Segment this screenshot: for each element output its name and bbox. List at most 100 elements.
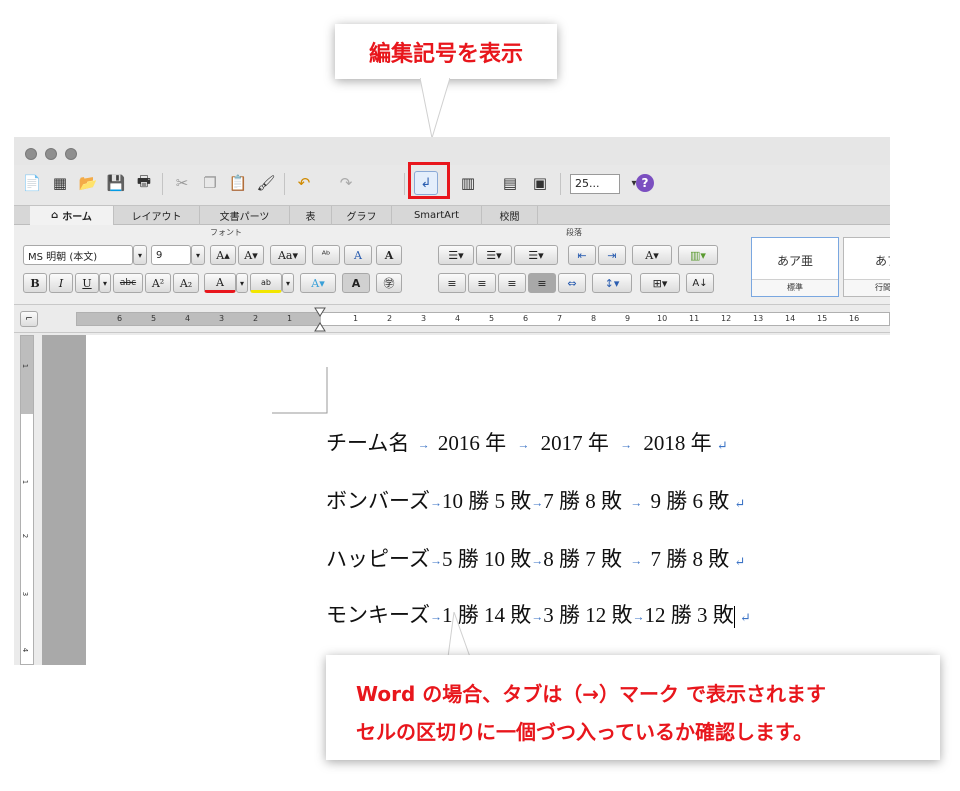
tab-chart[interactable]: グラフ: [332, 206, 392, 225]
subscript-icon[interactable]: A₂: [173, 273, 199, 293]
callout-bottom-pointer: [447, 612, 470, 658]
style-no-spacing-sample: あア: [874, 254, 890, 268]
new-document-icon[interactable]: 📄: [20, 171, 44, 195]
tab-review[interactable]: 校閲: [482, 206, 538, 225]
italic-button[interactable]: I: [49, 273, 73, 293]
help-icon[interactable]: ?: [636, 174, 654, 192]
underline-dropdown-icon[interactable]: ▾: [99, 273, 111, 293]
callout-tab-explanation: Word の場合、タブは（→）マーク で表示されます セルの区切りに一個づつ入っ…: [326, 655, 940, 760]
multilevel-list-icon[interactable]: ☰▾: [514, 245, 558, 265]
sort-icon[interactable]: A▾: [632, 245, 672, 265]
vruler-label: 1: [21, 479, 30, 485]
strikethrough-icon[interactable]: abc: [113, 273, 143, 293]
cell-2016: 10 勝 5 敗: [441, 489, 532, 513]
sidebar-icon[interactable]: ▥: [456, 171, 480, 195]
tab-layout[interactable]: レイアウト: [114, 206, 200, 225]
style-no-spacing[interactable]: あア 行間詰: [843, 237, 890, 297]
font-color-icon[interactable]: A: [204, 273, 236, 293]
underline-button[interactable]: U: [75, 273, 99, 293]
ruler-label: 7: [557, 314, 563, 323]
close-window-button[interactable]: [25, 148, 37, 160]
font-size-select[interactable]: 9: [151, 245, 191, 265]
increase-indent-icon[interactable]: ⇥: [598, 245, 626, 265]
tab-table[interactable]: 表: [290, 206, 332, 225]
zoom-select[interactable]: 25...: [570, 174, 620, 194]
horizontal-ruler[interactable]: 6 5 4 3 2 1 1 2 3 4 5 6 7 8 9 10 11 12 1…: [76, 312, 890, 326]
ribbon-tabs: ⌂ ホーム レイアウト 文書パーツ 表 グラフ SmartArt 校閲: [14, 205, 890, 225]
ruler-label: 6: [523, 314, 529, 323]
document-page[interactable]: チーム名 → 2016 年 → 2017 年 → 2018 年 ↵ ボンバーズ→…: [86, 335, 890, 665]
font-size-dropdown-icon[interactable]: ▾: [191, 245, 205, 265]
line-spacing-icon[interactable]: ↕▾: [592, 273, 632, 293]
highlight-icon[interactable]: ab: [250, 273, 282, 293]
align-center-icon[interactable]: ≡: [468, 273, 496, 293]
style-normal-sample: あア亜: [776, 254, 813, 268]
distributed-icon[interactable]: ⇔: [558, 273, 586, 293]
undo-icon[interactable]: ↶: [292, 171, 316, 195]
numbering-icon[interactable]: ☰▾: [476, 245, 512, 265]
cut-icon[interactable]: ✂: [170, 171, 194, 195]
change-case-icon[interactable]: Aa▾: [270, 245, 306, 265]
align-right-icon[interactable]: ≡: [498, 273, 526, 293]
tab-layout-label: レイアウト: [131, 212, 182, 223]
vruler-margin-top: [21, 336, 33, 414]
toolbar-separator: [560, 173, 561, 195]
ruler-label: 2: [253, 314, 259, 323]
margin-corner-mark: [272, 367, 328, 414]
cell-2017: 3 勝 12 敗: [543, 603, 633, 627]
justify-icon[interactable]: ≡: [528, 273, 556, 293]
toolbar-separator: [404, 173, 405, 195]
shrink-font-icon[interactable]: A▾: [238, 245, 264, 265]
ruler-label: 4: [455, 314, 461, 323]
zoom-window-button[interactable]: [65, 148, 77, 160]
font-group-label: フォント: [210, 228, 242, 237]
text-direction-icon[interactable]: A↓: [686, 273, 714, 293]
character-border-icon[interactable]: A: [376, 245, 402, 265]
ruler-label: 13: [753, 314, 764, 323]
enclose-characters-icon[interactable]: ㊫: [376, 273, 402, 293]
align-left-icon[interactable]: ≡: [438, 273, 466, 293]
redo-icon[interactable]: ↷: [334, 171, 358, 195]
style-normal[interactable]: あア亜 標準: [751, 237, 839, 297]
toolbox-icon[interactable]: ▣: [528, 171, 552, 195]
save-icon[interactable]: 💾: [104, 171, 128, 195]
copy-icon[interactable]: ❐: [198, 171, 222, 195]
paragraph-mark-icon: ↵: [734, 496, 746, 511]
gallery-icon[interactable]: ▤: [498, 171, 522, 195]
tab-document-parts[interactable]: 文書パーツ: [200, 206, 290, 225]
tab-smartart[interactable]: SmartArt: [392, 206, 482, 225]
highlight-dropdown-icon[interactable]: ▾: [282, 273, 294, 293]
character-shading-icon[interactable]: A: [342, 273, 370, 293]
borders-icon[interactable]: ⊞▾: [640, 273, 680, 293]
ruler-label: 3: [219, 314, 225, 323]
decrease-indent-icon[interactable]: ⇤: [568, 245, 596, 265]
print-icon[interactable]: 🖶: [132, 171, 156, 195]
phonetic-guide-icon[interactable]: A: [344, 245, 372, 265]
indent-marker-icon[interactable]: [314, 307, 326, 333]
tab-mark-icon: →: [627, 553, 646, 568]
vruler-label: 1: [21, 363, 30, 369]
font-name-select[interactable]: MS 明朝 (本文): [23, 245, 133, 265]
font-name-dropdown-icon[interactable]: ▾: [133, 245, 147, 265]
cell-2018: 9 勝 6 敗: [650, 489, 730, 513]
tab-home[interactable]: ⌂ ホーム: [30, 206, 114, 225]
tab-selector-icon[interactable]: ⌐: [20, 311, 38, 327]
templates-icon[interactable]: ▦: [48, 171, 72, 195]
minimize-window-button[interactable]: [45, 148, 57, 160]
format-painter-icon[interactable]: 🖌: [254, 171, 278, 195]
columns-icon[interactable]: ▥▾: [678, 245, 718, 265]
paste-icon[interactable]: 📋: [226, 171, 250, 195]
vertical-ruler[interactable]: 1 1 2 3 4: [20, 335, 34, 665]
bullets-icon[interactable]: ☰▾: [438, 245, 474, 265]
bold-button[interactable]: B: [23, 273, 47, 293]
text-effects-icon[interactable]: A▾: [300, 273, 336, 293]
cell-2016: 5 勝 10 敗: [441, 547, 532, 571]
ruler-label: 11: [689, 314, 700, 323]
grow-font-icon[interactable]: A▴: [210, 245, 236, 265]
superscript-icon[interactable]: A²: [145, 273, 171, 293]
clear-formatting-icon[interactable]: ᴬᵇ: [312, 245, 340, 265]
open-folder-icon[interactable]: 📂: [76, 171, 100, 195]
callout-top-text: 編集記号を表示: [368, 41, 523, 67]
tab-mark-icon: →: [531, 609, 544, 624]
font-color-dropdown-icon[interactable]: ▾: [236, 273, 248, 293]
